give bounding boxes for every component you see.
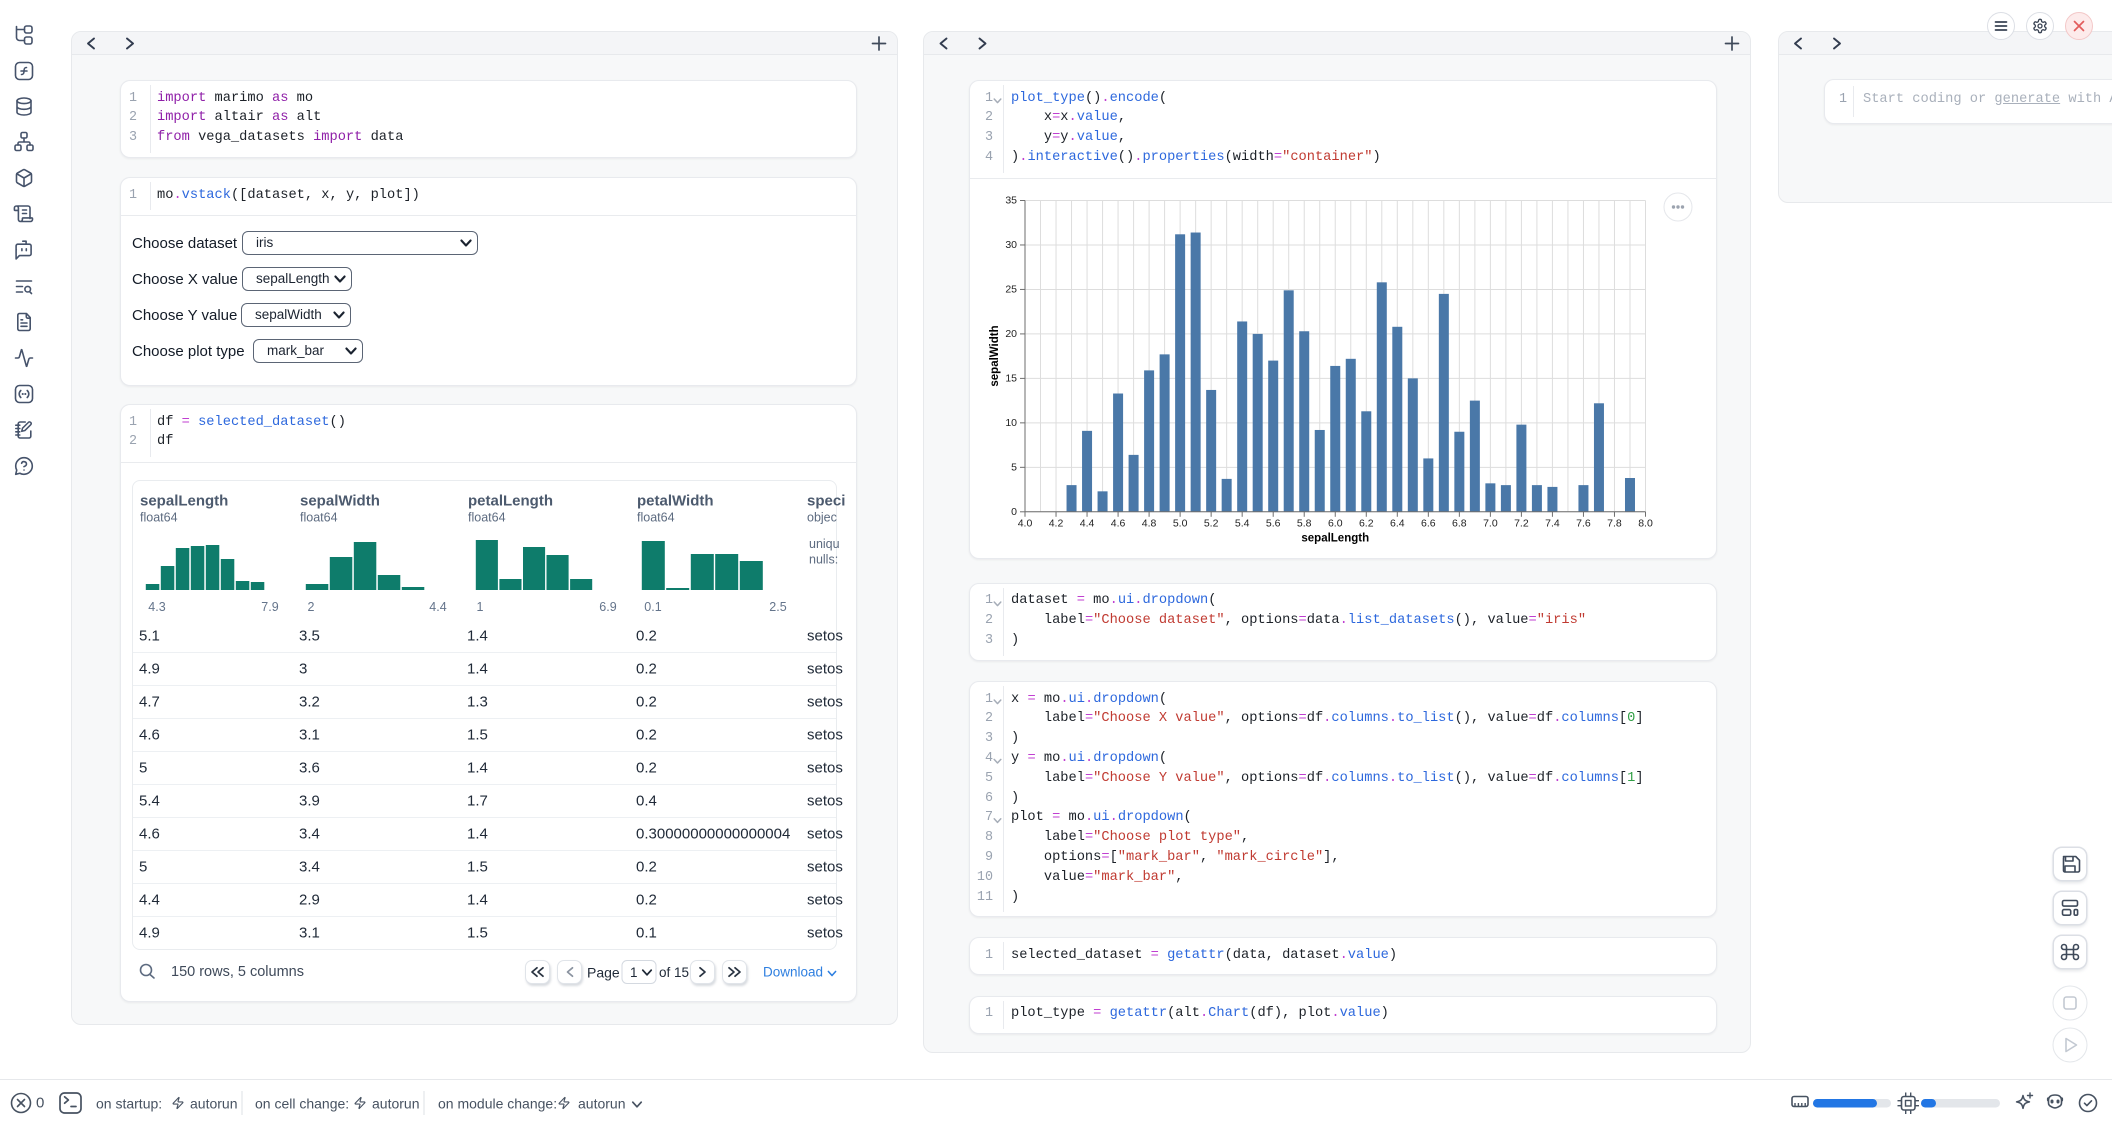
svg-text:autorun: autorun xyxy=(578,1096,625,1112)
svg-text:on module change:: on module change: xyxy=(438,1096,557,1112)
svg-text:autorun: autorun xyxy=(190,1096,237,1112)
svg-text:on cell change:: on cell change: xyxy=(255,1096,349,1112)
svg-text:autorun: autorun xyxy=(372,1096,419,1112)
svg-text:0: 0 xyxy=(36,1095,44,1112)
svg-text:on startup:: on startup: xyxy=(96,1096,162,1112)
